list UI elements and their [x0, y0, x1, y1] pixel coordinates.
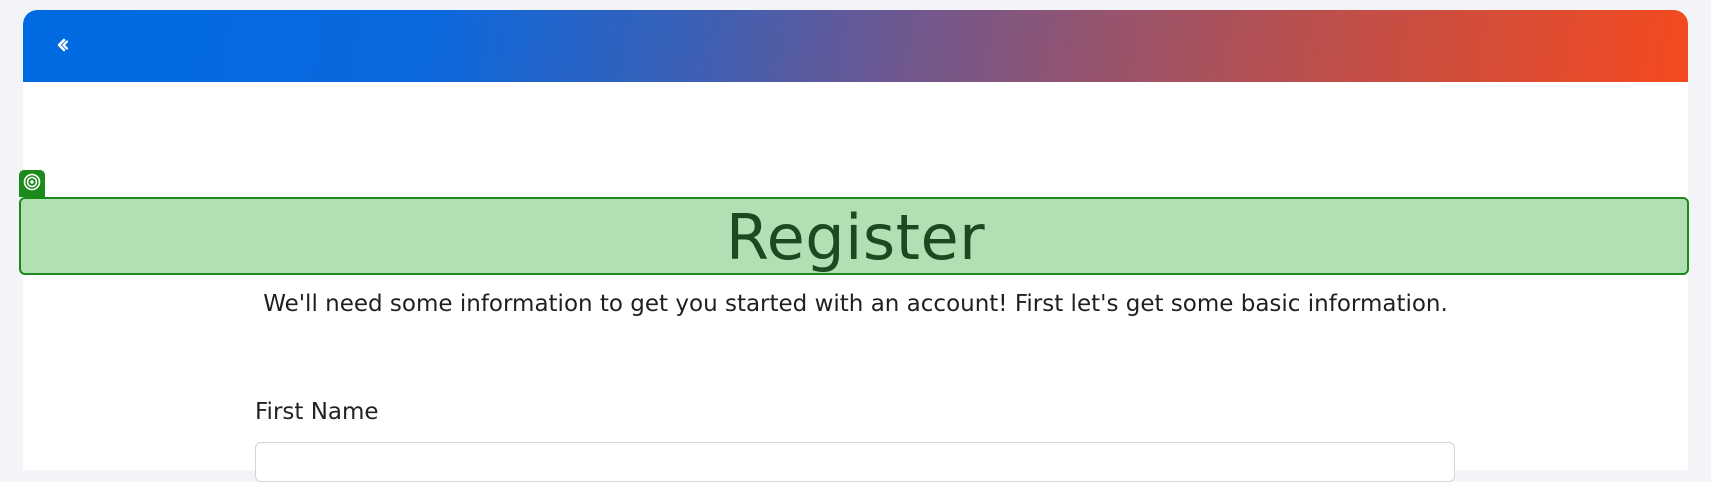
first-name-input[interactable]	[255, 442, 1455, 482]
page-subtitle: We'll need some information to get you s…	[263, 291, 1448, 317]
header-bar	[23, 10, 1688, 82]
highlight-badge	[19, 170, 45, 197]
back-button[interactable]	[45, 28, 79, 62]
page-title: Register	[725, 201, 986, 274]
target-icon	[23, 173, 41, 195]
first-name-label: First Name	[255, 399, 379, 425]
chevron-left-icon	[55, 38, 69, 52]
